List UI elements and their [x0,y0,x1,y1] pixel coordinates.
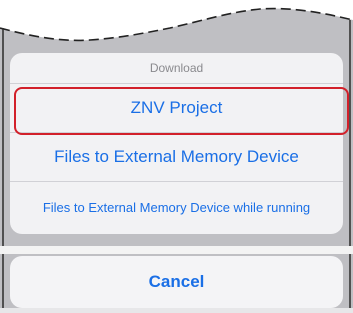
screenshot-stage: Download ZNV Project Files to External M… [0,0,353,313]
files-to-external-memory-running-button[interactable]: Files to External Memory Device while ru… [10,182,343,234]
bottom-strip [0,308,353,313]
action-sheet-title: Download [10,53,343,84]
sheet-gap [0,246,353,254]
znv-project-button[interactable]: ZNV Project [10,84,343,133]
action-sheet: Download ZNV Project Files to External M… [10,53,343,234]
files-to-external-memory-button[interactable]: Files to External Memory Device [10,133,343,182]
cancel-button[interactable]: Cancel [10,256,343,308]
